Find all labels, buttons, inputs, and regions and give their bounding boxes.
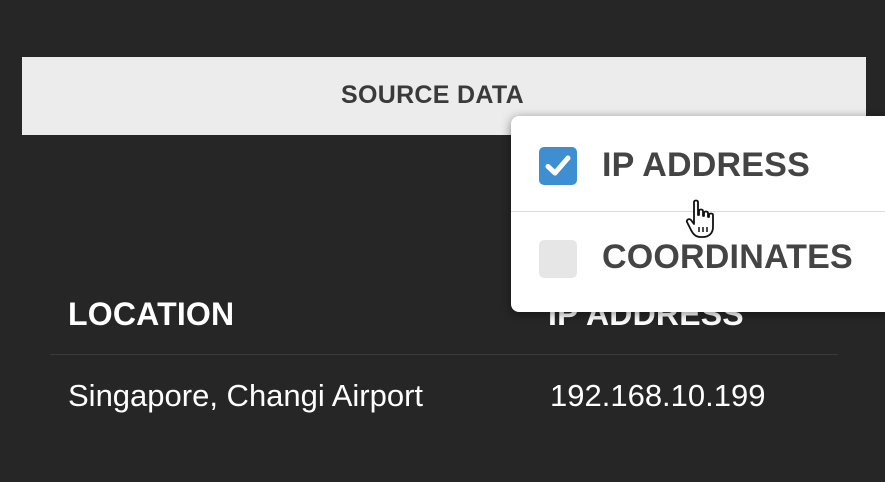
coordinates-option-label: COORDINATES	[602, 238, 853, 276]
app-stage: SOURCE DATA LOCATION IP ADDRESS Singapor…	[0, 0, 885, 482]
source-data-label: SOURCE DATA	[341, 81, 524, 109]
checkmark-icon	[545, 155, 571, 176]
column-header-location: LOCATION	[68, 296, 235, 332]
cell-ip-address: 192.168.10.199	[550, 378, 766, 413]
cell-location: Singapore, Changi Airport	[68, 378, 424, 413]
coordinates-checkbox[interactable]	[539, 240, 577, 278]
ip-address-checkbox[interactable]	[539, 147, 577, 185]
hand-pointer-icon	[685, 199, 714, 238]
table-row: Singapore, Changi Airport 192.168.10.199	[50, 360, 838, 430]
ip-address-option-label: IP ADDRESS	[602, 146, 810, 184]
